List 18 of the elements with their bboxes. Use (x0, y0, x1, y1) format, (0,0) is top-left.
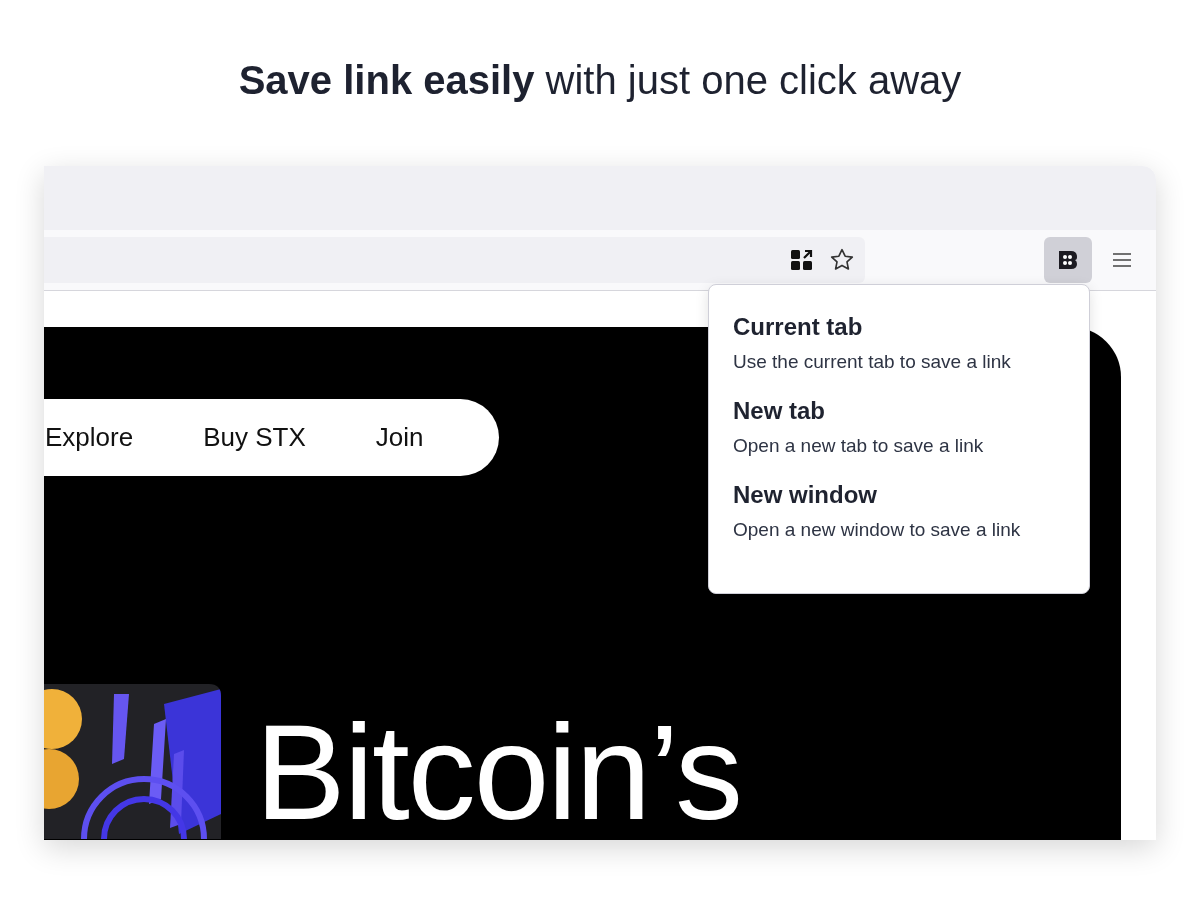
extension-logo-icon (1057, 249, 1079, 271)
menu-item-title: New tab (733, 397, 826, 425)
nav-link[interactable]: Buy STX (203, 422, 306, 453)
menu-item[interactable]: New window Open a new window to save a link (733, 481, 1065, 541)
menu-item-title: New window (733, 481, 878, 509)
menu-item[interactable]: Current tab Use the current tab to save a link (733, 313, 1065, 373)
menu-item-title: Current tab (733, 313, 864, 341)
nav-link[interactable]: Explore (45, 422, 134, 453)
extension-button[interactable] (1044, 237, 1092, 283)
nav-link[interactable]: Join (375, 422, 424, 453)
star-icon[interactable] (829, 247, 855, 273)
headline: Save link easily with just one click away (238, 58, 962, 104)
menu-item-description: Open a new window to save a link (733, 519, 1022, 541)
menu-item[interactable]: New tab Open a new tab to save a link (733, 397, 1065, 457)
menu-item-description: Open a new tab to save a link (733, 435, 985, 457)
hero-title: Bitcoin’s (255, 704, 741, 840)
grid-arrow-icon[interactable] (791, 249, 813, 271)
menu-item-description: Use the current tab to save a link (733, 351, 1012, 373)
